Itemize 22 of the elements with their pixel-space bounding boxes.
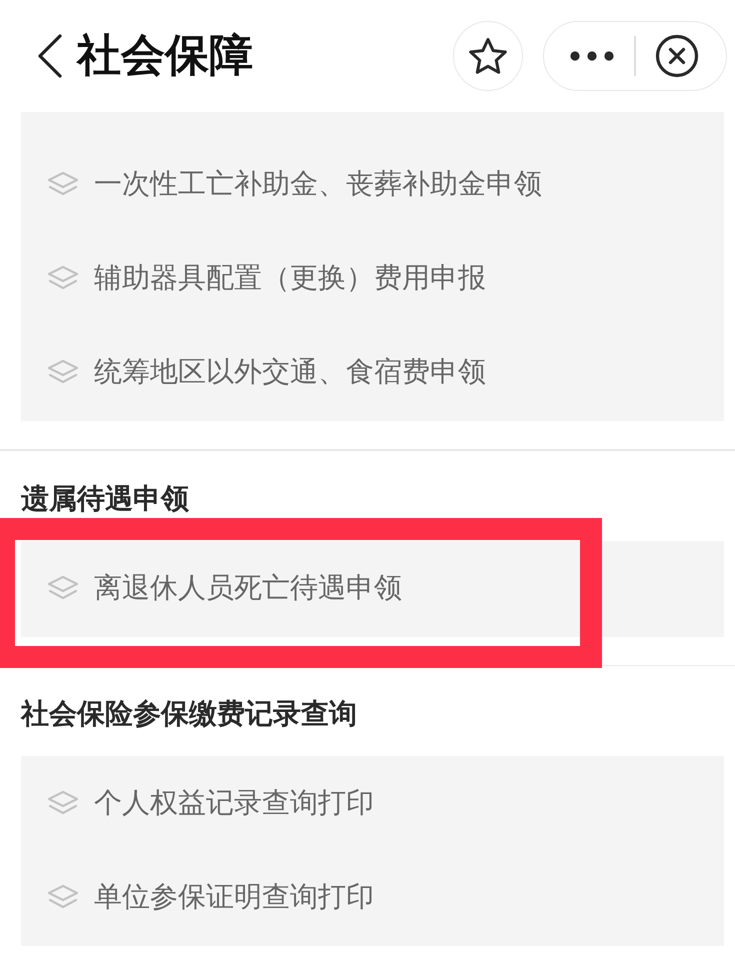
layers-icon [47, 790, 79, 816]
back-chevron-icon [37, 34, 63, 78]
service-item[interactable]: 单位参保证明查询打印 [21, 850, 724, 944]
section-title: 社会保险参保缴费记录查询 [21, 697, 357, 731]
close-icon [654, 34, 698, 78]
star-icon [468, 37, 508, 75]
service-item[interactable]: 一次性工亡补助金、丧葬补助金申领 [21, 137, 724, 231]
page-title: 社会保障 [77, 30, 253, 82]
service-item[interactable]: 个人权益记录查询打印 [21, 756, 724, 850]
layers-icon [47, 171, 79, 197]
section-title: 遗属待遇申领 [21, 482, 189, 516]
service-item[interactable]: 统筹地区以外交通、食宿费申领 [21, 325, 724, 419]
layers-icon [47, 359, 79, 385]
more-icon [570, 51, 614, 61]
close-button[interactable] [654, 34, 698, 78]
layers-icon [47, 884, 79, 910]
more-button[interactable] [570, 51, 614, 61]
back-button[interactable] [36, 34, 64, 78]
layers-icon [47, 265, 79, 291]
layers-icon [47, 574, 79, 600]
service-item[interactable]: 辅助器具配置（更换）费用申报 [21, 231, 724, 325]
service-item[interactable]: 离退休人员死亡待遇申领 [21, 540, 724, 634]
